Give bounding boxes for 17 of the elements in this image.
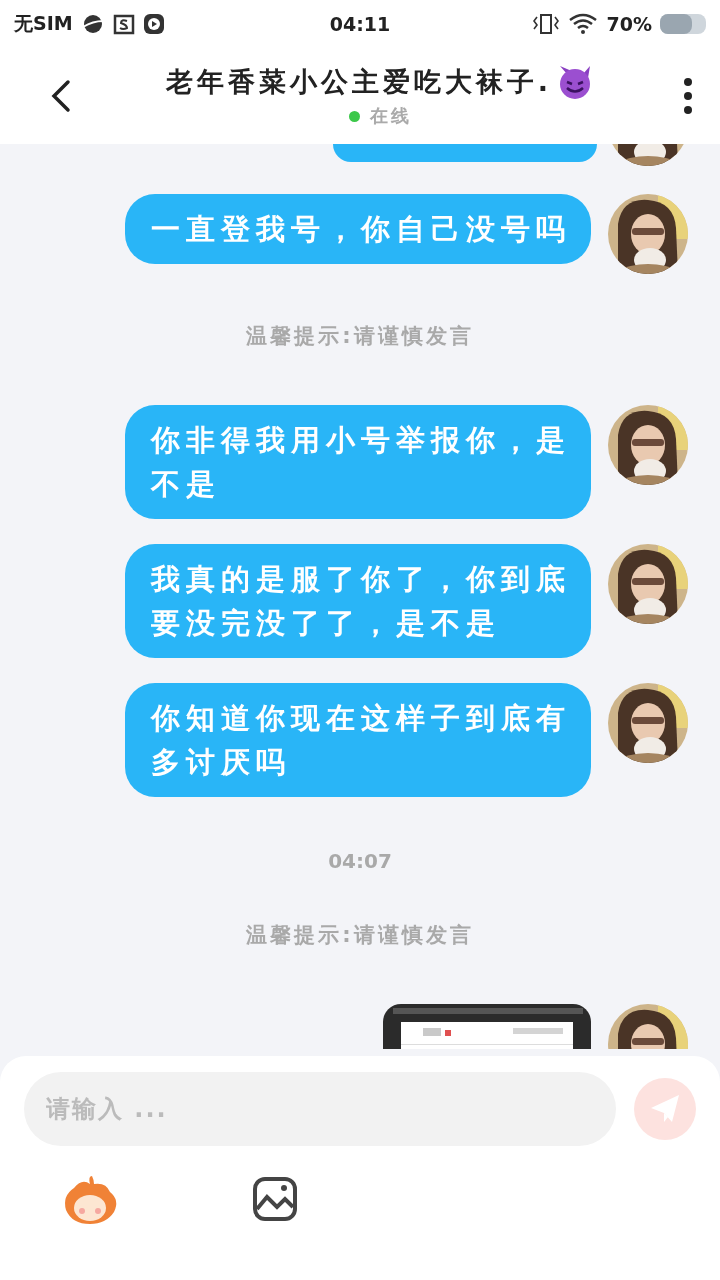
vibrate-icon: [530, 12, 561, 36]
battery-icon: [660, 14, 706, 34]
message-bubble: 你非得我用小号举报你，是不是: [125, 405, 591, 519]
message-bubble: 你知道你现在这样子到底有多讨厌吗: [125, 683, 591, 797]
clock-text: 04:11: [329, 13, 391, 35]
notice-text: 温馨提示:请谨慎发言: [245, 323, 475, 350]
notice-text: 温馨提示:请谨慎发言: [245, 922, 475, 949]
play-icon: [142, 13, 165, 35]
carrier-text: 无SIM: [14, 11, 73, 36]
wifi-icon: [568, 13, 599, 35]
s-app-icon: [112, 13, 135, 35]
battery-text: 70%: [606, 13, 652, 35]
timestamp: 04:07: [327, 849, 393, 873]
online-status: 在线: [369, 104, 412, 128]
message-bubble: 一直登我号，你自己没号吗: [125, 194, 591, 264]
chat-title: 老年香菜小公主爱吃大袜子.: [165, 65, 553, 99]
message-bubble: 我真的是服了你了，你到底要没完没了了，是不是: [125, 544, 591, 658]
